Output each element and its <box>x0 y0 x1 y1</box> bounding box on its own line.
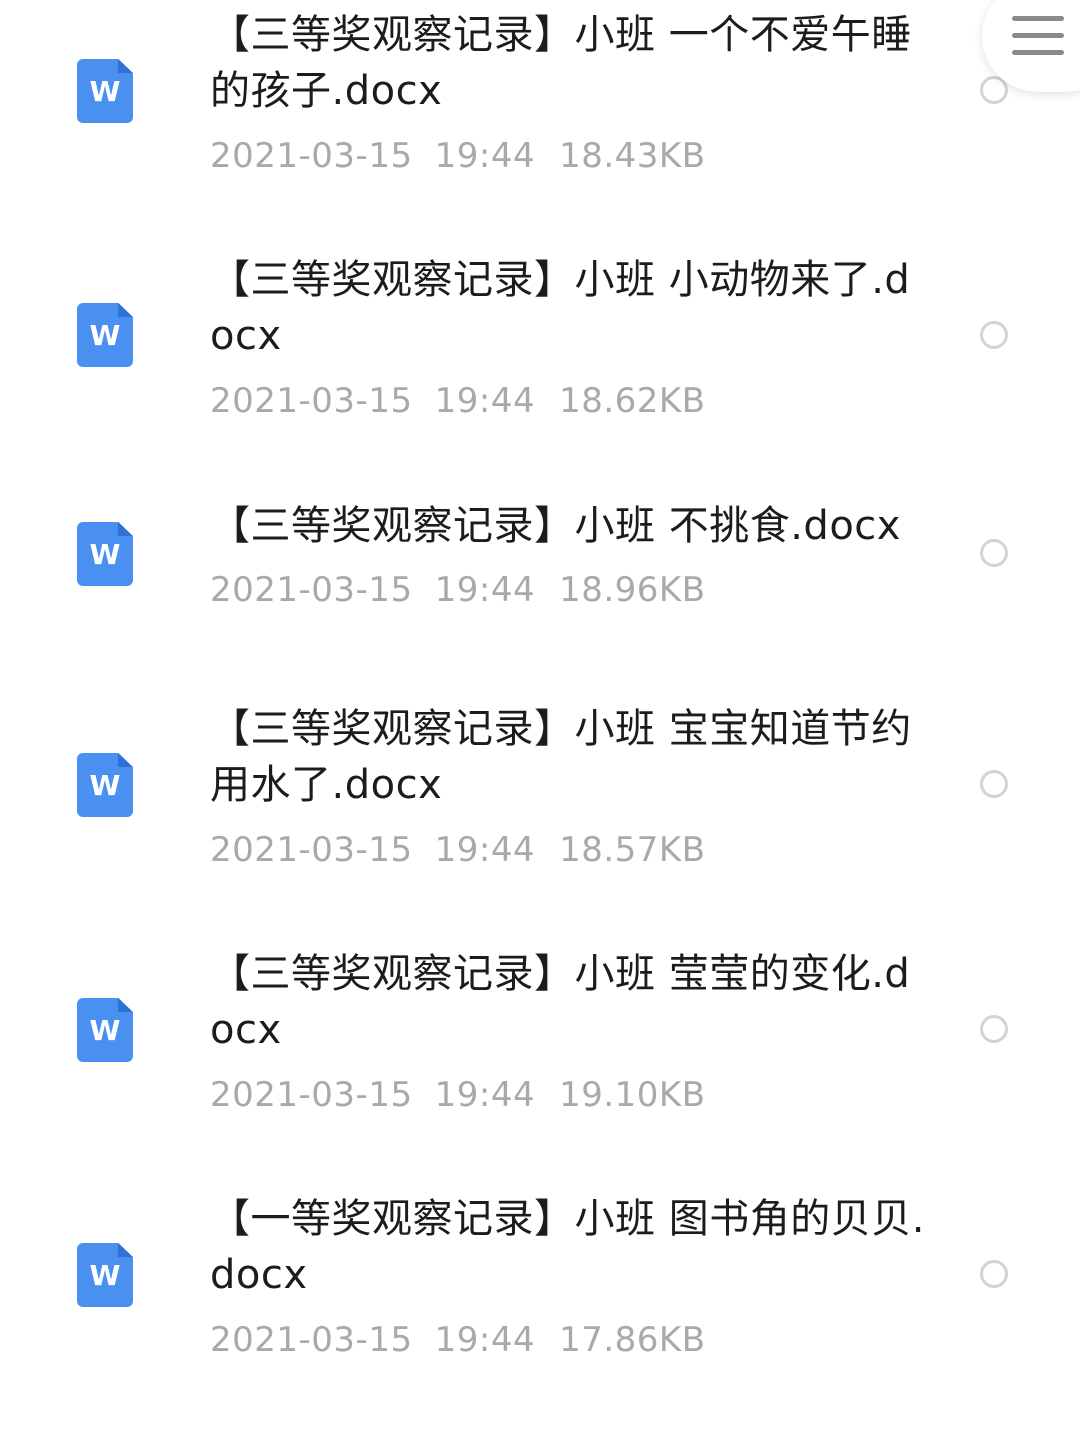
file-name: 【三等奖观察记录】小班 不挑食.docx <box>210 503 901 549</box>
file-icon-fold <box>118 1243 133 1257</box>
file-icon-fold <box>118 753 133 767</box>
file-meta: 2021-03-15 19:44 18.96KB <box>210 570 706 610</box>
select-radio[interactable] <box>980 770 1008 798</box>
file-meta: 2021-03-15 19:44 18.43KB <box>210 136 706 176</box>
word-doc-icon-letter: W <box>89 1014 121 1047</box>
file-size: 18.96KB <box>559 570 706 610</box>
file-meta: 2021-03-15 19:44 19.10KB <box>210 1075 706 1115</box>
file-time: 19:44 <box>434 1320 536 1360</box>
word-doc-icon: W <box>77 522 133 586</box>
file-time: 19:44 <box>434 830 536 870</box>
file-date: 2021-03-15 <box>210 830 413 870</box>
file-meta: 2021-03-15 19:44 17.86KB <box>210 1320 706 1360</box>
word-doc-icon: W <box>77 998 133 1062</box>
word-doc-icon-letter: W <box>89 75 121 108</box>
file-name: 【三等奖观察记录】小班 宝宝知道节约用水了.docx <box>210 706 912 808</box>
menu-icon <box>1012 16 1064 56</box>
select-radio[interactable] <box>980 1260 1008 1288</box>
file-meta: 2021-03-15 19:44 18.62KB <box>210 381 706 421</box>
file-list-item[interactable]: W 【三等奖观察记录】小班 不挑食.docx 2021-03-15 19:44 18… <box>0 470 1080 670</box>
word-doc-icon: W <box>77 753 133 817</box>
file-name: 【三等奖观察记录】小班 小动物来了.docx <box>210 257 911 359</box>
menu-icon-bar <box>1012 33 1064 38</box>
file-time: 19:44 <box>434 1075 536 1115</box>
menu-icon-bar <box>1012 16 1064 21</box>
file-date: 2021-03-15 <box>210 1075 413 1115</box>
word-doc-icon: W <box>77 303 133 367</box>
file-icon-fold <box>118 59 133 73</box>
file-name: 【一等奖观察记录】小班 图书角的贝贝.docx <box>210 1196 925 1298</box>
file-icon-fold <box>118 998 133 1012</box>
word-doc-icon: W <box>77 1243 133 1307</box>
file-size: 18.57KB <box>559 830 706 870</box>
file-list-item[interactable]: W 【三等奖观察记录】小班 小动物来了.docx 2021-03-15 19:44… <box>0 225 1080 470</box>
file-time: 19:44 <box>434 570 536 610</box>
word-doc-icon-letter: W <box>89 1259 121 1292</box>
file-size: 17.86KB <box>559 1320 706 1360</box>
file-size: 19.10KB <box>559 1075 706 1115</box>
file-list-item[interactable]: W 【三等奖观察记录】小班 莹莹的变化.docx 2021-03-15 19:44… <box>0 930 1080 1175</box>
select-radio[interactable] <box>980 321 1008 349</box>
file-list-item[interactable]: W 【一等奖观察记录】小班 图书角的贝贝.docx 2021-03-15 19:4… <box>0 1175 1080 1439</box>
menu-icon-bar <box>1012 50 1064 55</box>
file-list-item[interactable]: W 【三等奖观察记录】小班 宝宝知道节约用水了.docx 2021-03-15 1… <box>0 670 1080 930</box>
word-doc-icon-letter: W <box>89 538 121 571</box>
file-icon-fold <box>118 522 133 536</box>
select-radio[interactable] <box>980 1015 1008 1043</box>
word-doc-icon-letter: W <box>89 769 121 802</box>
file-time: 19:44 <box>434 136 536 176</box>
file-size: 18.43KB <box>559 136 706 176</box>
file-date: 2021-03-15 <box>210 136 413 176</box>
file-list-item[interactable]: W 【三等奖观察记录】小班 一个不爱午睡的孩子.docx 2021-03-15 1… <box>0 0 1080 225</box>
word-doc-icon-letter: W <box>89 319 121 352</box>
select-radio[interactable] <box>980 539 1008 567</box>
file-list: W 【三等奖观察记录】小班 一个不爱午睡的孩子.docx 2021-03-15 1… <box>0 0 1080 1439</box>
file-icon-fold <box>118 303 133 317</box>
file-date: 2021-03-15 <box>210 1320 413 1360</box>
file-meta: 2021-03-15 19:44 18.57KB <box>210 830 706 870</box>
word-doc-icon: W <box>77 59 133 123</box>
file-date: 2021-03-15 <box>210 570 413 610</box>
file-name: 【三等奖观察记录】小班 一个不爱午睡的孩子.docx <box>210 12 912 114</box>
file-name: 【三等奖观察记录】小班 莹莹的变化.docx <box>210 951 911 1053</box>
file-date: 2021-03-15 <box>210 381 413 421</box>
file-time: 19:44 <box>434 381 536 421</box>
file-size: 18.62KB <box>559 381 706 421</box>
